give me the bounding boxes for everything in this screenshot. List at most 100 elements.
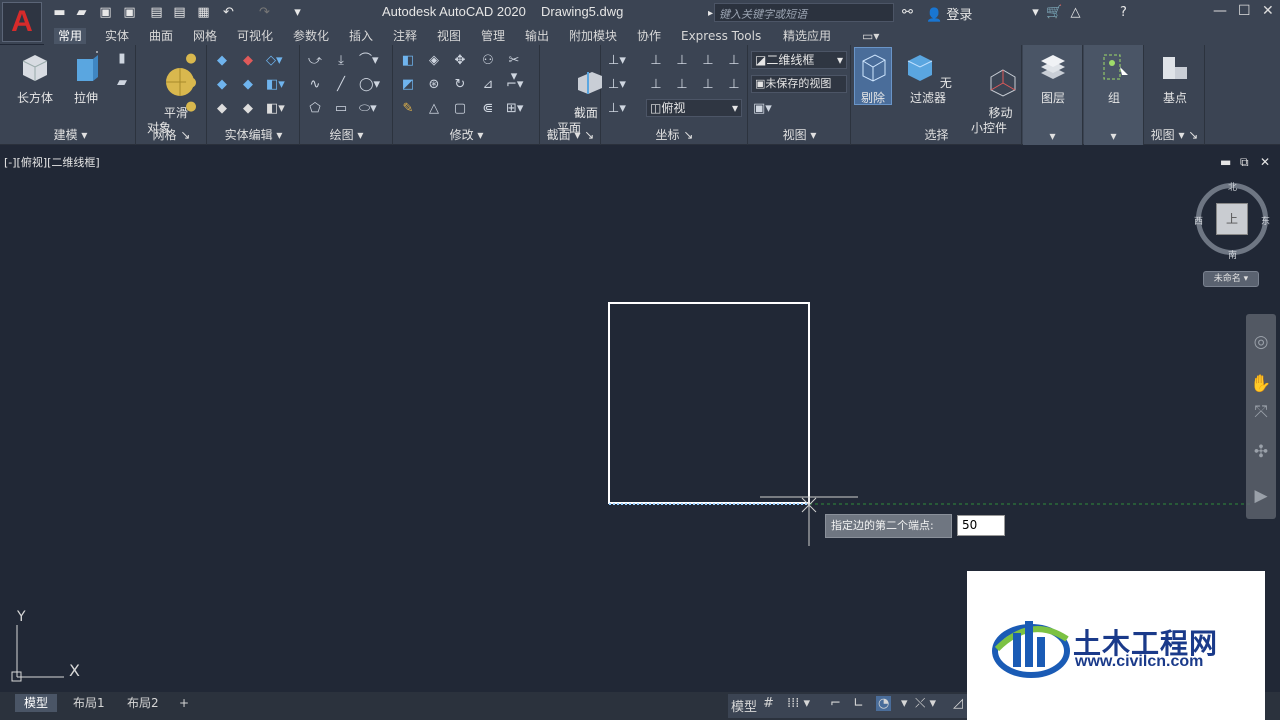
presspull-icon[interactable]: ▮ [114, 51, 130, 67]
qat-dropdown-icon[interactable]: ▾ [290, 5, 305, 20]
panel-modify-label[interactable]: 修改 ▾ [394, 126, 539, 143]
union-icon[interactable]: ◆ [214, 53, 230, 69]
arc-icon[interactable]: ⌒▾ [359, 53, 379, 69]
mesh-smooth-more-icon[interactable]: ● [183, 51, 199, 67]
tab-surface[interactable]: 曲面 [145, 28, 177, 44]
panel-coordinates-label[interactable]: 坐标 ↘ [602, 126, 747, 143]
ucs-object-icon[interactable]: ⊥ [726, 53, 742, 69]
layers-button[interactable]: 图层 [1031, 51, 1075, 106]
ucs-x-icon[interactable]: ⊥ [648, 77, 664, 93]
copy-icon[interactable]: ⚇ [480, 53, 496, 69]
panel-view-label[interactable]: 视图 ▾ [749, 126, 850, 143]
interfere-icon[interactable]: ◆ [214, 77, 230, 93]
tab-model-layout[interactable]: 模型 [15, 694, 58, 712]
construction-line-icon[interactable]: ╱ [333, 77, 349, 93]
ortho-icon[interactable]: ∟ [853, 696, 864, 711]
ucs-view-combo[interactable]: ◫俯视 ▾ [646, 99, 742, 117]
save-icon[interactable]: ▣ [98, 5, 113, 20]
shell-icon[interactable]: ◧▾ [266, 101, 285, 117]
viewport-config-icon[interactable]: ▣▾ [753, 101, 772, 117]
spline-icon[interactable]: ∿ [307, 77, 323, 93]
steering-wheel-icon[interactable]: ◎ [1249, 330, 1273, 354]
3d-mirror-icon[interactable]: ◧ [400, 53, 416, 69]
panel-mesh-label[interactable]: 网格 ↘ [137, 126, 206, 143]
rotate-icon[interactable]: ↻ [452, 77, 468, 93]
showmotion-icon[interactable]: ▶ [1249, 484, 1273, 508]
redo-icon[interactable]: ↷ [257, 5, 272, 20]
polar-dropdown-icon[interactable]: ▾ [901, 696, 908, 711]
sign-in-button[interactable]: 👤 登录 [926, 4, 972, 23]
close-icon[interactable]: ✕ [1262, 3, 1274, 19]
circle-icon[interactable]: ◯▾ [359, 77, 380, 93]
extract-edges-icon[interactable]: ◆ [214, 101, 230, 117]
groups-expand-icon[interactable]: ▾ [1084, 129, 1143, 143]
panel-base-view-label[interactable]: 视图 ▾ ↘ [1145, 126, 1204, 143]
fillet-icon[interactable]: ⌐▾ [506, 77, 523, 93]
tab-output[interactable]: 输出 [521, 28, 553, 44]
isodraft-icon[interactable]: ⤬ ▾ [915, 696, 936, 711]
extrude-button[interactable]: 拉伸 [66, 51, 106, 106]
no-filter-button[interactable]: 无过滤器 [900, 51, 956, 106]
layers-expand-icon[interactable]: ▾ [1023, 129, 1082, 143]
ucs-named-icon[interactable]: ⊥▾ [608, 101, 626, 117]
open-file-icon[interactable]: ▰ [74, 5, 89, 20]
publish-icon[interactable]: ▤ [149, 5, 164, 20]
panel-modeling-label[interactable]: 建模 ▾ [6, 126, 135, 143]
tab-annotate[interactable]: 注释 [389, 28, 421, 44]
viewcube-face[interactable]: 上 [1216, 203, 1248, 235]
snap-icon[interactable]: ⁞⁞⁞ ▾ [787, 696, 810, 711]
autodesk-a360-icon[interactable]: △ [1068, 5, 1083, 20]
zoom-extents-icon[interactable]: ⤧ [1249, 400, 1273, 424]
new-file-icon[interactable]: ▬ [52, 5, 67, 20]
rect-array-icon[interactable]: ⊞▾ [506, 101, 523, 117]
binoculars-icon[interactable]: ⚯ [900, 5, 915, 20]
ucs-view-icon[interactable]: ⊥ [700, 53, 716, 69]
minimize-icon[interactable]: — [1213, 3, 1227, 19]
mirror-icon[interactable]: ⊿ [480, 77, 496, 93]
tab-home[interactable]: 常用 [54, 28, 87, 44]
compass-east[interactable]: 东 [1261, 214, 1270, 227]
mesh-smooth-less-icon[interactable]: ● [183, 75, 199, 91]
ucs-icon[interactable]: ⊥▾ [608, 53, 626, 69]
tab-express-tools[interactable]: Express Tools [677, 28, 765, 44]
infer-constraints-icon[interactable]: ⌐ [830, 696, 841, 711]
cart-icon[interactable]: 🛒 [1046, 5, 1062, 20]
ucs-origin-icon[interactable]: ⊥ [674, 53, 690, 69]
tab-manage[interactable]: 管理 [477, 28, 509, 44]
offset-icon[interactable]: ⋐ [480, 101, 496, 117]
panel-section-label[interactable]: 截面 ▾ ↘ [541, 126, 600, 143]
object-snap-icon[interactable]: ◿ [953, 696, 963, 711]
subtract-icon[interactable]: ◆ [240, 53, 256, 69]
orbit-icon[interactable]: ✣ [1249, 440, 1273, 464]
tab-insert[interactable]: 插入 [345, 28, 377, 44]
application-menu-button[interactable]: A [0, 0, 44, 44]
line-icon[interactable]: ⤻ [307, 53, 323, 69]
trim-icon[interactable]: ✂▾ [506, 53, 522, 84]
group-button[interactable]: 组 [1092, 51, 1136, 106]
tab-layout2[interactable]: 布局2 [118, 694, 168, 712]
plot-export-icon[interactable]: ▤ [172, 5, 187, 20]
ucs-z-icon[interactable]: ⊥ [700, 77, 716, 93]
tab-featured-apps[interactable]: 精选应用 [779, 28, 835, 44]
tab-parametric[interactable]: 参数化 [289, 28, 333, 44]
intersect-icon[interactable]: ◇▾ [266, 53, 283, 69]
panel-draw-label[interactable]: 绘图 ▾ [301, 126, 392, 143]
rectangle-icon[interactable]: ▭ [333, 101, 349, 117]
ucs-menu-button[interactable]: 未命名 ▾ [1203, 271, 1259, 287]
pan-hand-icon[interactable]: ✋ [1249, 372, 1273, 396]
move-icon[interactable]: ✥ [452, 53, 468, 69]
box-button[interactable]: 长方体 [12, 51, 58, 106]
tab-layout1[interactable]: 布局1 [64, 694, 114, 712]
base-view-button[interactable]: 基点 [1153, 51, 1197, 106]
array-icon[interactable]: ⊛ [426, 77, 442, 93]
tab-solid[interactable]: 实体 [101, 28, 133, 44]
culling-button[interactable]: 剔除 [854, 47, 892, 105]
dynamic-input-field[interactable]: 50 [957, 515, 1005, 536]
3d-rotate-icon[interactable]: ◈ [426, 53, 442, 69]
ribbon-toggle-icon[interactable]: ▭▾ [858, 28, 883, 44]
maximize-icon[interactable]: ☐ [1238, 3, 1251, 19]
3d-align-icon[interactable]: ◩ [400, 77, 416, 93]
tab-visualize[interactable]: 可视化 [233, 28, 277, 44]
slice-icon[interactable]: ◆ [240, 77, 256, 93]
visual-style-combo[interactable]: ◪二维线框 ▾ [751, 51, 847, 69]
